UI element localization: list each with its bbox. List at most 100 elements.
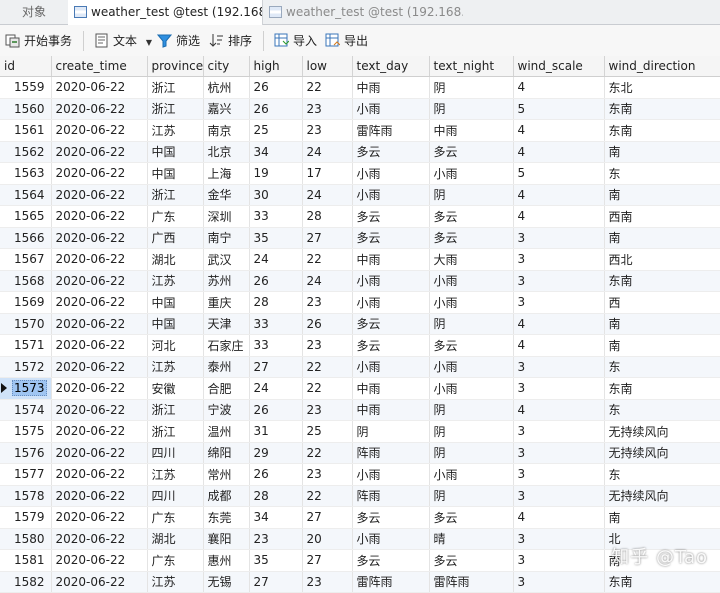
cell-create-time[interactable]: 2020-06-22 xyxy=(51,76,148,99)
cell-wind-direction[interactable]: 东 xyxy=(604,463,720,486)
cell-text-night[interactable]: 多云 xyxy=(429,549,514,572)
tab-weather-test-active[interactable]: weather_test @test (192.168... xyxy=(68,0,263,25)
cell-id[interactable]: 1570 xyxy=(0,313,52,335)
cell-create-time[interactable]: 2020-06-22 xyxy=(51,485,148,507)
cell-city[interactable]: 宁波 xyxy=(203,399,250,421)
table-row[interactable]: 1567 2020-06-22 湖北 武汉 24 22 中雨 大雨 3 西北 xyxy=(0,248,720,271)
cell-high[interactable]: 34 xyxy=(249,506,303,529)
cell-id[interactable]: 1559 xyxy=(0,76,52,99)
cell-city[interactable]: 重庆 xyxy=(203,291,250,314)
cell-create-time[interactable]: 2020-06-22 xyxy=(51,98,148,120)
cell-wind-direction[interactable]: 东南 xyxy=(604,98,720,120)
cell-city[interactable]: 泰州 xyxy=(203,356,250,378)
cell-text-day[interactable]: 小雨 xyxy=(352,291,430,314)
cell-low[interactable]: 23 xyxy=(302,119,353,142)
cell-text-day[interactable]: 阵雨 xyxy=(352,442,430,464)
cell-wind-scale[interactable]: 3 xyxy=(513,528,605,550)
column-header-id[interactable]: id xyxy=(0,56,52,77)
cell-id[interactable]: 1571 xyxy=(0,334,52,357)
table-row[interactable]: 1574 2020-06-22 浙江 宁波 26 23 中雨阴 4 东 xyxy=(0,399,720,421)
cell-wind-scale[interactable]: 5 xyxy=(513,98,605,120)
cell-id[interactable]: 1576 xyxy=(0,442,52,464)
cell-province[interactable]: 中国 xyxy=(147,141,204,163)
cell-create-time[interactable]: 2020-06-22 xyxy=(51,442,148,464)
cell-city[interactable]: 成都 xyxy=(203,485,250,507)
cell-wind-direction[interactable]: 南 xyxy=(604,227,720,249)
text-button[interactable]: 文本 ▼ xyxy=(94,31,152,51)
column-header-create-time[interactable]: create_time xyxy=(51,56,148,77)
cell-text-day[interactable]: 多云 xyxy=(352,313,430,335)
cell-create-time[interactable]: 2020-06-22 xyxy=(51,313,148,335)
tab-objects[interactable]: 对象 xyxy=(0,0,69,24)
table-row[interactable]: 1568 2020-06-22 江苏 苏州 26 24 小雨 小雨 3 东南 xyxy=(0,270,720,292)
cell-wind-scale[interactable]: 5 xyxy=(513,162,605,185)
cell-text-day[interactable]: 中雨 xyxy=(352,248,430,271)
cell-text-night[interactable]: 多云 xyxy=(429,141,514,163)
cell-create-time[interactable]: 2020-06-22 xyxy=(51,291,148,314)
cell-wind-direction[interactable]: 东 xyxy=(604,162,720,185)
cell-wind-scale[interactable]: 4 xyxy=(513,141,605,163)
cell-id[interactable]: 1565 xyxy=(0,205,52,228)
table-row[interactable]: 1582 2020-06-22 江苏 无锡 27 23 雷阵雨 雷阵雨 3 东南 xyxy=(0,571,720,593)
cell-create-time[interactable]: 2020-06-22 xyxy=(51,399,148,421)
cell-low[interactable]: 22 xyxy=(302,248,353,271)
cell-text-day[interactable]: 小雨 xyxy=(352,184,430,206)
cell-wind-scale[interactable]: 3 xyxy=(513,270,605,292)
cell-city[interactable]: 嘉兴 xyxy=(203,98,250,120)
cell-province[interactable]: 江苏 xyxy=(147,463,204,486)
tab-weather-test-inactive[interactable]: weather_test @test (192.168... xyxy=(263,0,463,24)
cell-low[interactable]: 22 xyxy=(302,442,353,464)
cell-create-time[interactable]: 2020-06-22 xyxy=(51,119,148,142)
table-row[interactable]: 1579 2020-06-22 广东 东莞 34 27 多云 多云 4 南 xyxy=(0,506,720,529)
cell-high[interactable]: 25 xyxy=(249,119,303,142)
cell-province[interactable]: 浙江 xyxy=(147,76,204,99)
cell-province[interactable]: 浙江 xyxy=(147,420,204,443)
cell-text-day[interactable]: 小雨 xyxy=(352,356,430,378)
cell-wind-direction[interactable]: 东 xyxy=(604,399,720,421)
cell-wind-direction[interactable]: 南 xyxy=(604,334,720,357)
cell-province[interactable]: 广东 xyxy=(147,549,204,572)
cell-wind-scale[interactable]: 3 xyxy=(513,549,605,572)
table-row[interactable]: 1569 2020-06-22 中国 重庆 28 23 小雨 小雨 3 西 xyxy=(0,291,720,314)
cell-text-night[interactable]: 晴 xyxy=(429,528,514,550)
cell-create-time[interactable]: 2020-06-22 xyxy=(51,334,148,357)
cell-high[interactable]: 24 xyxy=(249,377,303,400)
cell-wind-direction[interactable]: 西北 xyxy=(604,248,720,271)
cell-city[interactable]: 无锡 xyxy=(203,571,250,593)
cell-id[interactable]: 1572 xyxy=(0,356,52,378)
cell-low[interactable]: 23 xyxy=(302,463,353,486)
cell-id[interactable]: 1567 xyxy=(0,248,52,271)
cell-create-time[interactable]: 2020-06-22 xyxy=(51,571,148,593)
cell-province[interactable]: 浙江 xyxy=(147,184,204,206)
table-row[interactable]: 1576 2020-06-22 四川 绵阳 29 22 阵雨阴 3 无持续风向 xyxy=(0,442,720,464)
table-row[interactable]: 1564 2020-06-22 浙江 金华 30 24 小雨阴 4 南 xyxy=(0,184,720,206)
cell-wind-scale[interactable]: 3 xyxy=(513,420,605,443)
cell-text-night[interactable]: 阴 xyxy=(429,313,514,335)
begin-transaction-button[interactable]: 开始事务 xyxy=(5,31,72,51)
table-row[interactable]: 1577 2020-06-22 江苏 常州 26 23 小雨 小雨 3 东 xyxy=(0,463,720,486)
cell-high[interactable]: 27 xyxy=(249,571,303,593)
cell-id[interactable]: 1562 xyxy=(0,141,52,163)
cell-province[interactable]: 江苏 xyxy=(147,119,204,142)
cell-text-day[interactable]: 多云 xyxy=(352,141,430,163)
cell-create-time[interactable]: 2020-06-22 xyxy=(51,528,148,550)
cell-low[interactable]: 27 xyxy=(302,227,353,249)
cell-text-night[interactable]: 阴 xyxy=(429,442,514,464)
cell-low[interactable]: 24 xyxy=(302,141,353,163)
cell-wind-direction[interactable]: 东南 xyxy=(604,270,720,292)
cell-id[interactable]: 1566 xyxy=(0,227,52,249)
table-row[interactable]: 1575 2020-06-22 浙江 温州 31 25 阴阴 3 无持续风向 xyxy=(0,420,720,443)
cell-text-day[interactable]: 小雨 xyxy=(352,463,430,486)
filter-button[interactable]: 筛选 xyxy=(156,31,200,51)
cell-id[interactable]: 1564 xyxy=(0,184,52,206)
cell-wind-direction[interactable]: 东南 xyxy=(604,119,720,142)
cell-create-time[interactable]: 2020-06-22 xyxy=(51,141,148,163)
cell-id[interactable]: 1575 xyxy=(0,420,52,443)
cell-text-night[interactable]: 小雨 xyxy=(429,291,514,314)
cell-create-time[interactable]: 2020-06-22 xyxy=(51,162,148,185)
cell-low[interactable]: 22 xyxy=(302,356,353,378)
cell-text-night[interactable]: 阴 xyxy=(429,184,514,206)
cell-city[interactable]: 上海 xyxy=(203,162,250,185)
cell-text-night[interactable]: 阴 xyxy=(429,76,514,99)
column-header-low[interactable]: low xyxy=(302,56,353,77)
